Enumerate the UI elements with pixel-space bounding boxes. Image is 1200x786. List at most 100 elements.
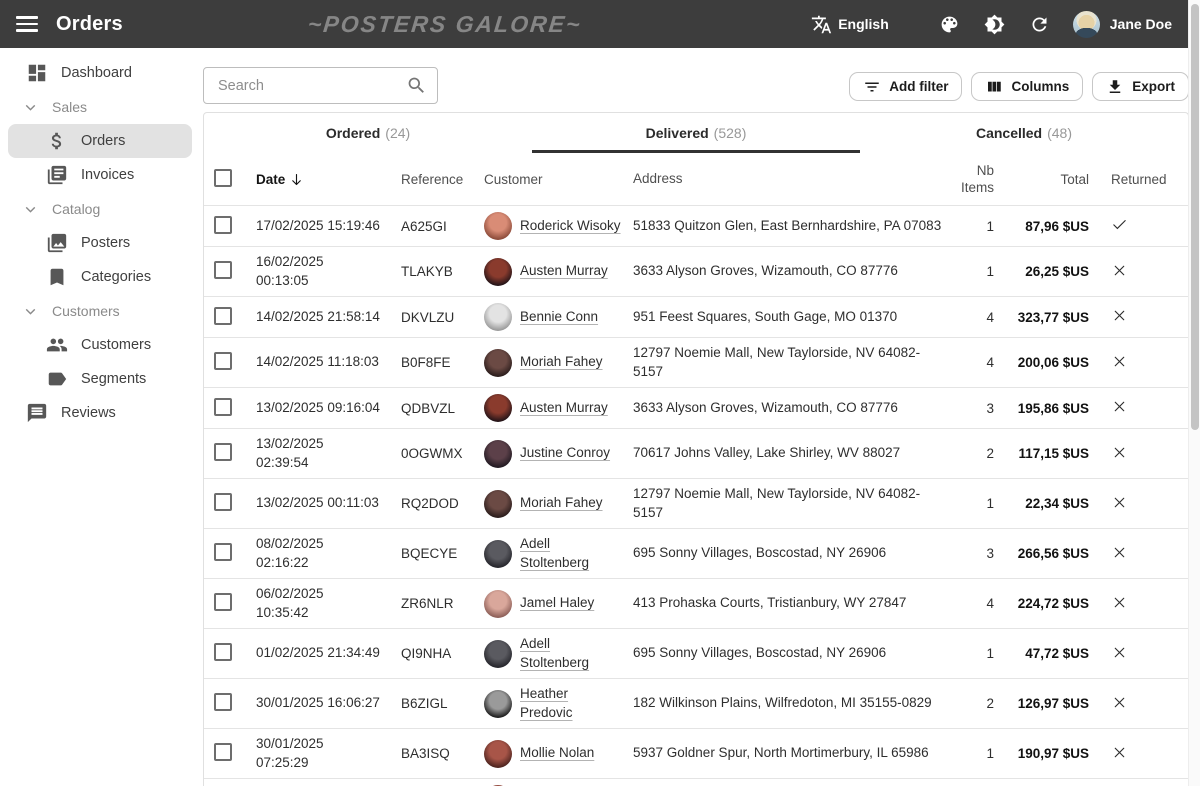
header-reference[interactable]: Reference: [394, 172, 477, 187]
customer-link[interactable]: Mollie Nolan: [520, 744, 594, 763]
scrollbar-thumb[interactable]: [1191, 4, 1199, 430]
tab-cancelled[interactable]: Cancelled (48): [860, 113, 1188, 153]
row-checkbox[interactable]: [214, 216, 232, 234]
order-nb-items: 4: [947, 310, 997, 325]
row-checkbox[interactable]: [214, 593, 232, 611]
menu-icon[interactable]: [16, 16, 38, 32]
row-checkbox[interactable]: [214, 543, 232, 561]
sidebar-item-posters[interactable]: Posters: [8, 226, 192, 260]
customer-link[interactable]: Jamel Haley: [520, 594, 594, 613]
tab-delivered[interactable]: Delivered (528): [532, 113, 860, 153]
user-menu[interactable]: Jane Doe: [1073, 11, 1172, 38]
row-checkbox[interactable]: [214, 261, 232, 279]
order-total: 190,97 $US: [997, 746, 1103, 761]
table-row[interactable]: 17/02/2025 15:19:46 A625GI Roderick Wiso…: [204, 206, 1188, 247]
main-content: Add filter Columns Export Ordered (24): [200, 48, 1200, 786]
order-reference: QI9NHA: [394, 646, 477, 661]
posters-icon: [46, 232, 68, 254]
table-row[interactable]: 29/01/2025 20:35:11 YOXSRT Mollie Nolan …: [204, 779, 1188, 786]
order-nb-items: 1: [947, 646, 997, 661]
sidebar-section-catalog[interactable]: Catalog: [0, 192, 200, 226]
row-checkbox[interactable]: [214, 398, 232, 416]
tab-label: Delivered: [646, 125, 709, 141]
customer-link[interactable]: Adell Stoltenberg: [520, 535, 589, 572]
table-row[interactable]: 14/02/2025 11:18:03 B0F8FE Moriah Fahey …: [204, 338, 1188, 388]
table-header: Date Reference Customer Address Nb Items…: [204, 153, 1188, 206]
order-nb-items: 3: [947, 401, 997, 416]
order-address: 951 Feest Squares, South Gage, MO 01370: [627, 308, 947, 327]
sidebar-item-reviews[interactable]: Reviews: [8, 396, 192, 430]
header-date[interactable]: Date: [246, 172, 394, 187]
header-address[interactable]: Address: [627, 170, 947, 189]
export-button[interactable]: Export: [1092, 72, 1189, 101]
tab-label: Cancelled: [976, 125, 1042, 141]
sidebar-item-categories[interactable]: Categories: [8, 260, 192, 294]
table-row[interactable]: 30/01/2025 16:06:27 B6ZIGL Heather Predo…: [204, 679, 1188, 729]
table-row[interactable]: 13/02/2025 02:39:54 0OGWMX Justine Conro…: [204, 429, 1188, 479]
search-input[interactable]: [203, 67, 438, 104]
tab-ordered[interactable]: Ordered (24): [204, 113, 532, 153]
table-row[interactable]: 08/02/2025 02:16:22 BQECYE Adell Stolten…: [204, 529, 1188, 579]
row-checkbox[interactable]: [214, 443, 232, 461]
row-checkbox[interactable]: [214, 743, 232, 761]
row-checkbox[interactable]: [214, 493, 232, 511]
customer-link[interactable]: Moriah Fahey: [520, 494, 603, 513]
theme-palette-button[interactable]: [930, 6, 969, 43]
table-row[interactable]: 14/02/2025 21:58:14 DKVLZU Bennie Conn 9…: [204, 297, 1188, 338]
sidebar-item-customers[interactable]: Customers: [8, 328, 192, 362]
customer-link[interactable]: Austen Murray: [520, 262, 608, 281]
order-reference: ZR6NLR: [394, 596, 477, 611]
order-address: 413 Prohaska Courts, Tristianbury, WY 27…: [627, 594, 947, 613]
columns-button[interactable]: Columns: [971, 72, 1083, 101]
table-row[interactable]: 06/02/2025 10:35:42 ZR6NLR Jamel Haley 4…: [204, 579, 1188, 629]
language-selector[interactable]: English: [802, 6, 924, 43]
table-row[interactable]: 01/02/2025 21:34:49 QI9NHA Adell Stolten…: [204, 629, 1188, 679]
translate-icon: [811, 14, 832, 35]
tab-count: (528): [714, 125, 747, 141]
customer-link[interactable]: Moriah Fahey: [520, 353, 603, 372]
sidebar-item-label: Posters: [81, 235, 130, 251]
header-returned[interactable]: Returned: [1103, 172, 1178, 187]
sidebar-item-label: Catalog: [52, 201, 100, 217]
dark-mode-toggle[interactable]: [975, 6, 1014, 43]
sidebar-item-invoices[interactable]: Invoices: [8, 158, 192, 192]
row-checkbox[interactable]: [214, 693, 232, 711]
sidebar-item-segments[interactable]: Segments: [8, 362, 192, 396]
row-checkbox[interactable]: [214, 352, 232, 370]
customer-link[interactable]: Austen Murray: [520, 399, 608, 418]
vertical-scrollbar[interactable]: [1188, 0, 1200, 786]
order-returned: [1103, 744, 1178, 764]
select-all-checkbox[interactable]: [214, 169, 232, 187]
table-row[interactable]: 30/01/2025 07:25:29 BA3ISQ Mollie Nolan …: [204, 729, 1188, 779]
page-title: Orders: [56, 13, 123, 36]
sidebar-section-sales[interactable]: Sales: [0, 90, 200, 124]
customer-link[interactable]: Adell Stoltenberg: [520, 635, 589, 672]
add-filter-button[interactable]: Add filter: [849, 72, 962, 101]
order-reference: DKVLZU: [394, 310, 477, 325]
header-nb-items[interactable]: Nb Items: [947, 162, 997, 196]
customer-link[interactable]: Roderick Wisoky: [520, 217, 621, 236]
list-toolbar: Add filter Columns Export: [203, 48, 1189, 112]
x-icon: [1111, 353, 1128, 370]
customer-avatar: [484, 590, 512, 618]
sidebar-item-orders[interactable]: Orders: [8, 124, 192, 158]
header-total[interactable]: Total: [997, 172, 1103, 187]
customer-link[interactable]: Bennie Conn: [520, 308, 598, 327]
customer-link[interactable]: Heather Predovic: [520, 685, 573, 722]
sidebar-item-dashboard[interactable]: Dashboard: [8, 56, 192, 90]
table-row[interactable]: 13/02/2025 00:11:03 RQ2DOD Moriah Fahey …: [204, 479, 1188, 529]
header-customer[interactable]: Customer: [477, 172, 627, 187]
row-checkbox[interactable]: [214, 307, 232, 325]
sidebar-item-label: Customers: [81, 337, 151, 353]
table-row[interactable]: 13/02/2025 09:16:04 QDBVZL Austen Murray…: [204, 388, 1188, 429]
order-total: 87,96 $US: [997, 219, 1103, 234]
customer-link[interactable]: Justine Conroy: [520, 444, 610, 463]
table-row[interactable]: 16/02/2025 00:13:05 TLAKYB Austen Murray…: [204, 247, 1188, 297]
refresh-button[interactable]: [1020, 6, 1059, 43]
order-total: 126,97 $US: [997, 696, 1103, 711]
brightness-icon: [984, 14, 1005, 35]
order-address: 3633 Alyson Groves, Wizamouth, CO 87776: [627, 399, 947, 418]
app-bar: Orders ~Posters Galore~ English Jane Doe: [0, 0, 1188, 48]
sidebar-section-customers[interactable]: Customers: [0, 294, 200, 328]
row-checkbox[interactable]: [214, 643, 232, 661]
